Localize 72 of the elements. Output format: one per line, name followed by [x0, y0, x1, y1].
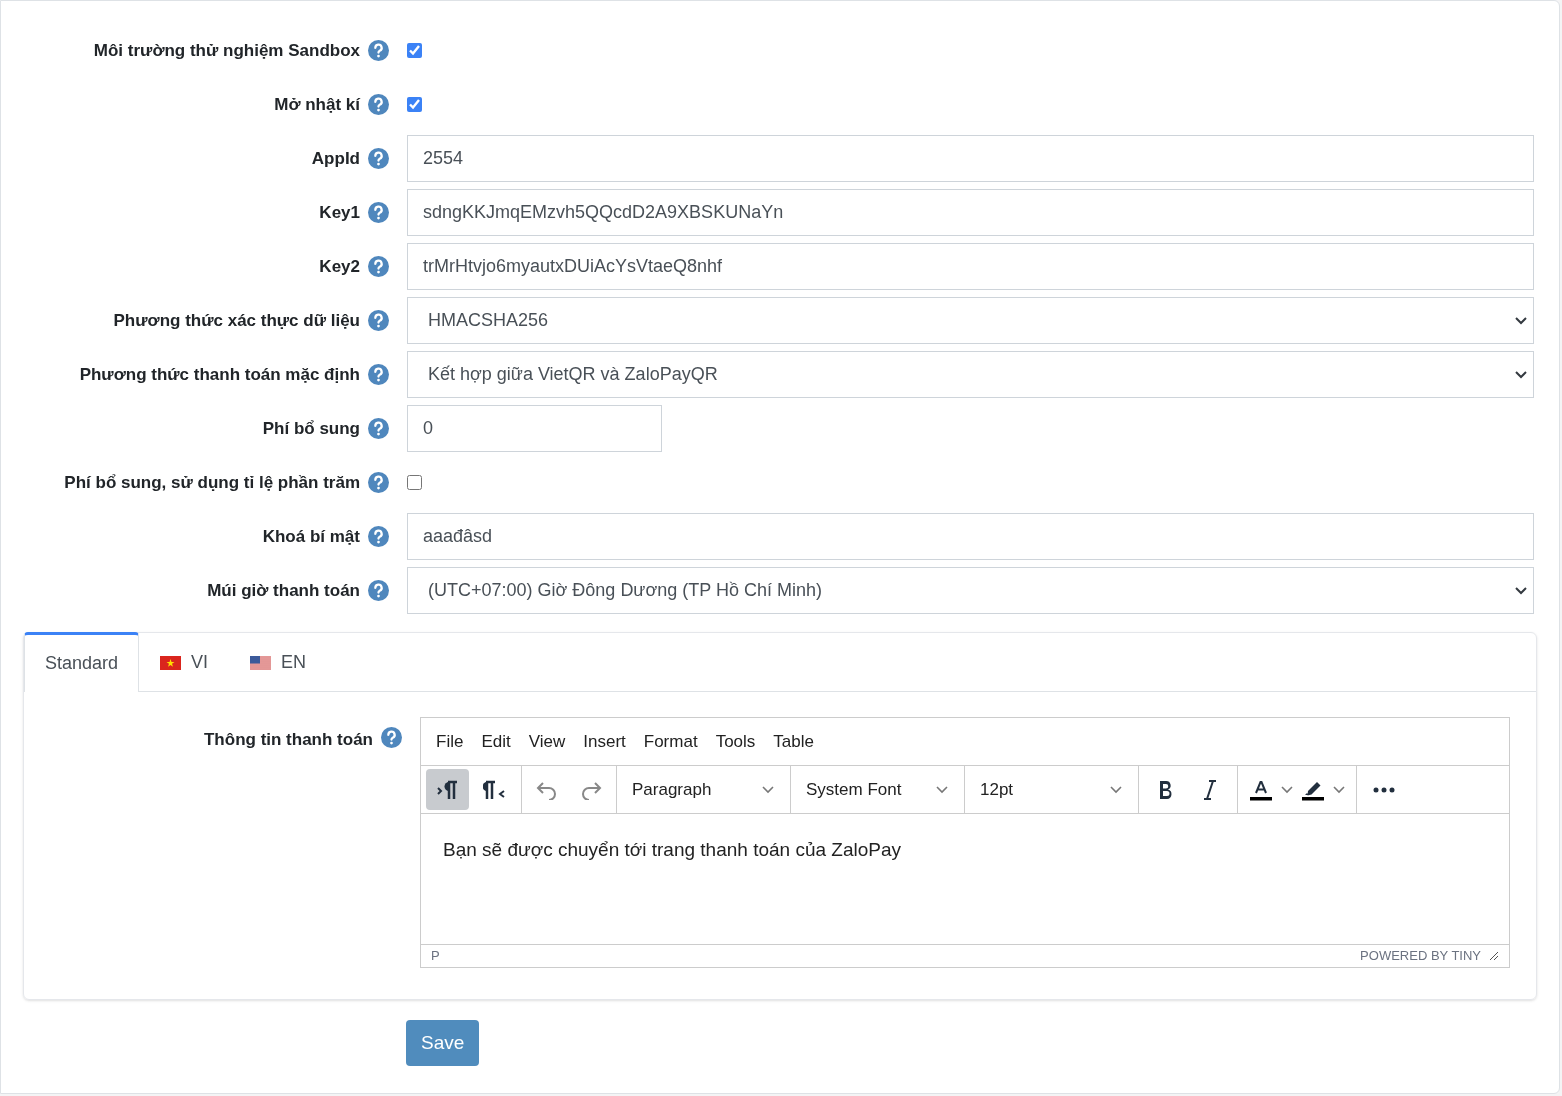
help-icon[interactable]	[368, 148, 389, 169]
save-button[interactable]: Save	[406, 1020, 480, 1066]
menu-item[interactable]: Insert	[574, 723, 635, 760]
field-label: Key1	[319, 201, 360, 224]
field-label: Múi giờ thanh toán	[207, 579, 360, 602]
field-label: Phí bổ sung, sử dụng tỉ lệ phần trăm	[64, 471, 360, 494]
field-label: Phí bổ sung	[262, 417, 360, 440]
help-icon[interactable]	[368, 202, 389, 223]
italic-icon	[1203, 779, 1217, 800]
menu-item[interactable]: View	[519, 723, 575, 760]
field-label: Phương thức thanh toán mặc định	[79, 363, 360, 386]
chevron-down-icon	[761, 785, 775, 794]
field-label: Khoá bí mật	[262, 525, 360, 548]
help-icon[interactable]	[368, 94, 389, 115]
menu-item[interactable]: File	[427, 723, 473, 760]
select-dropdown[interactable]: (UTC+07:00) Giờ Đông Dương (TP Hồ Chí Minh)	[407, 567, 1534, 614]
input-field[interactable]: 0	[407, 405, 662, 452]
ltr-button[interactable]	[426, 769, 469, 810]
chevron-down-icon	[1514, 586, 1528, 595]
checkbox[interactable]	[407, 43, 422, 58]
ltr-icon	[435, 778, 460, 801]
tab[interactable]: Standard	[24, 632, 140, 692]
chevron-down-icon	[1332, 785, 1346, 794]
rtl-icon	[482, 778, 507, 801]
input-field[interactable]: 2554	[407, 135, 1534, 182]
redo-icon	[580, 779, 602, 800]
element-path: P	[431, 947, 440, 966]
input-field[interactable]: sdngKKJmqEMzvh5QQcdD2A9XBSKUNaYn	[407, 189, 1534, 236]
checkbox[interactable]	[407, 475, 422, 490]
chevron-down-icon	[1280, 785, 1294, 794]
chevron-down-icon	[1514, 370, 1528, 379]
field-label: Phương thức xác thực dữ liệu	[113, 309, 360, 332]
input-field[interactable]: aaađâsd	[407, 513, 1534, 560]
field-label: Thông tin thanh toán	[204, 729, 373, 751]
help-icon[interactable]	[368, 580, 389, 601]
undo-icon	[536, 779, 558, 800]
chevron-down-icon	[1514, 316, 1528, 325]
help-icon[interactable]	[368, 40, 389, 61]
tab[interactable]: VI	[139, 633, 230, 692]
chevron-down-icon	[1109, 785, 1123, 794]
field-label: Mở nhật kí	[274, 93, 360, 116]
bold-icon	[1158, 779, 1174, 800]
select-dropdown[interactable]: HMACSHA256	[407, 297, 1534, 344]
branding-link[interactable]: POWERED BY TINY	[1360, 946, 1481, 966]
field-label: AppId	[311, 147, 360, 170]
more-icon	[1373, 786, 1395, 793]
select-dropdown[interactable]: Kết hợp giữa VietQR và ZaloPayQR	[407, 351, 1534, 398]
format-dropdown[interactable]: System Font	[791, 766, 964, 813]
help-icon[interactable]	[368, 418, 389, 439]
help-icon[interactable]	[368, 310, 389, 331]
chevron-down-icon	[935, 785, 949, 794]
help-icon[interactable]	[368, 256, 389, 277]
input-field[interactable]: trMrHtvjo6myautxDUiAcYsVtaeQ8nhf	[407, 243, 1534, 290]
flag-icon	[160, 655, 182, 670]
field-label: Môi trường thử nghiệm Sandbox	[93, 39, 360, 62]
help-icon[interactable]	[368, 364, 389, 385]
help-icon[interactable]	[368, 472, 389, 493]
format-dropdown[interactable]: Paragraph	[617, 766, 790, 813]
help-icon[interactable]	[381, 727, 402, 748]
format-dropdown[interactable]: 12pt	[965, 766, 1138, 813]
menu-item[interactable]: Tools	[706, 723, 765, 760]
text-color-icon	[1248, 778, 1274, 801]
menu-item[interactable]: Format	[634, 723, 707, 760]
editor-content[interactable]: Bạn sẽ được chuyển tới trang thanh toán của ZaloPay	[443, 836, 1487, 865]
menu-item[interactable]: Edit	[472, 723, 520, 760]
checkbox[interactable]	[407, 97, 422, 112]
flag-icon	[250, 655, 272, 670]
resize-handle-icon[interactable]	[1489, 951, 1499, 961]
menu-item[interactable]: Table	[764, 723, 823, 760]
tab[interactable]: EN	[229, 633, 328, 692]
field-label: Key2	[319, 255, 360, 278]
help-icon[interactable]	[368, 526, 389, 547]
